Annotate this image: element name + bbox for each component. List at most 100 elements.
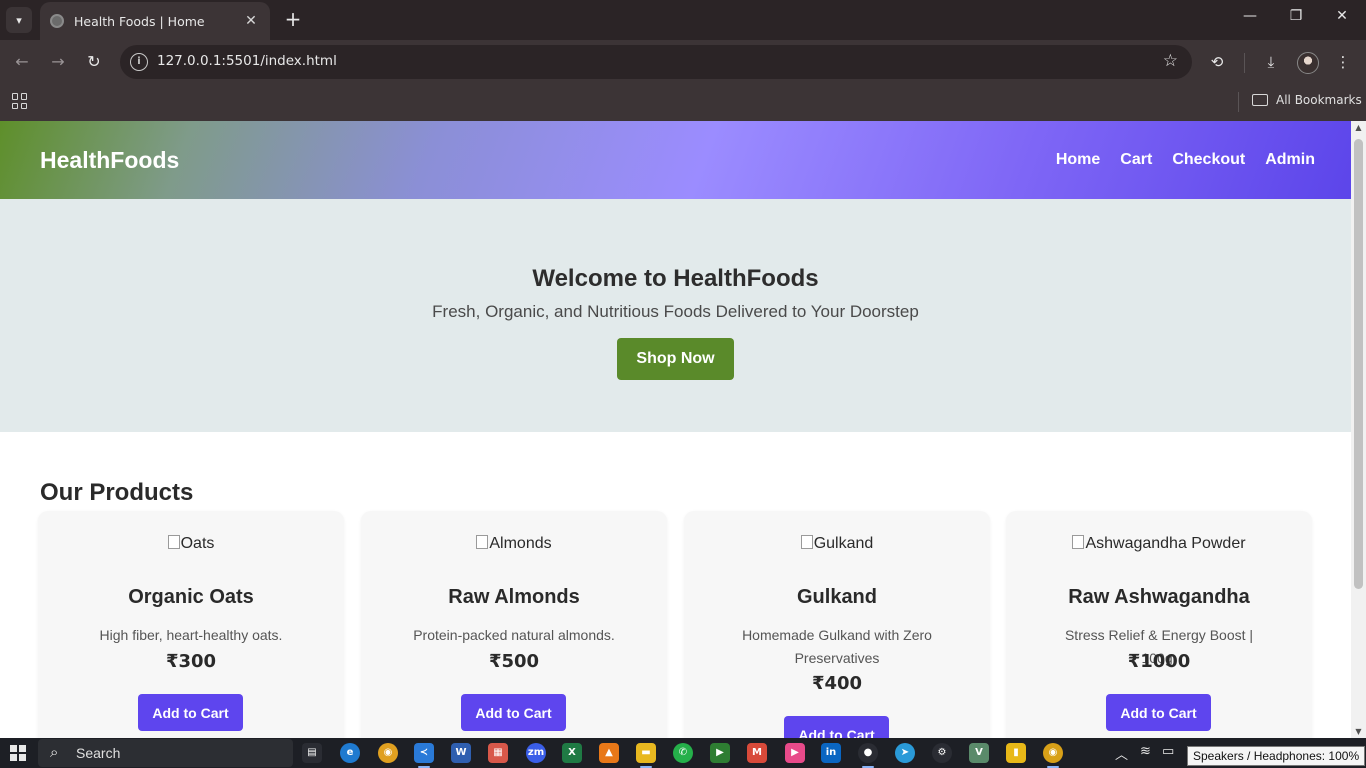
- main-nav: Home Cart Checkout Admin: [1056, 151, 1315, 169]
- linkedin-icon[interactable]: in: [821, 743, 841, 763]
- scroll-down-arrow-icon[interactable]: ▼: [1351, 727, 1366, 736]
- scrollbar-thumb[interactable]: [1354, 139, 1363, 589]
- task-view-icon[interactable]: ▤: [302, 743, 322, 763]
- vscode-icon[interactable]: ≺: [414, 743, 434, 768]
- chatgpt-icon[interactable]: ⚙: [932, 743, 952, 763]
- chrome-icon[interactable]: ◉: [378, 743, 398, 763]
- add-to-cart-button[interactable]: Add to Cart: [784, 716, 889, 738]
- hero-subtitle: Fresh, Organic, and Nutritious Foods Del…: [432, 302, 919, 321]
- power-bi-icon[interactable]: ▮: [1006, 743, 1026, 763]
- nav-cart-link[interactable]: Cart: [1120, 151, 1152, 169]
- product-image-alt: Gulkand: [813, 535, 874, 552]
- url-text[interactable]: 127.0.0.1:5501/index.html: [157, 53, 337, 69]
- file-explorer-icon[interactable]: ▬: [636, 743, 656, 768]
- add-to-cart-button[interactable]: Add to Cart: [461, 694, 566, 731]
- toolbar-divider: [1244, 53, 1245, 73]
- product-image-broken: Almonds: [361, 535, 667, 553]
- nav-admin-link[interactable]: Admin: [1265, 151, 1315, 169]
- menu-kebab-icon[interactable]: ⋮: [1332, 51, 1354, 73]
- close-window-button[interactable]: ✕: [1330, 8, 1354, 24]
- nav-home-link[interactable]: Home: [1056, 151, 1100, 169]
- new-tab-button[interactable]: +: [282, 8, 304, 32]
- bookmarks-divider: [1238, 92, 1239, 112]
- product-name: Gulkand: [796, 586, 877, 608]
- vlc-icon[interactable]: ▲: [599, 743, 619, 763]
- all-bookmarks-link[interactable]: All Bookmarks: [1276, 93, 1362, 107]
- tab-search-button[interactable]: ▾: [6, 7, 32, 33]
- taskbar-search-label: Search: [76, 745, 121, 761]
- product-card: Gulkand Gulkand Homemade Gulkand with Ze…: [684, 511, 990, 738]
- nav-checkout-link[interactable]: Checkout: [1172, 151, 1245, 169]
- site-info-icon[interactable]: i: [130, 53, 148, 71]
- pdf-app-icon[interactable]: ▦: [488, 743, 508, 763]
- broken-image-icon: [167, 535, 180, 549]
- product-image-alt: Almonds: [489, 535, 552, 552]
- apps-grid-icon[interactable]: [12, 93, 28, 109]
- close-tab-icon[interactable]: ✕: [242, 13, 260, 29]
- hero-section: Welcome to HealthFoods Fresh, Organic, a…: [0, 199, 1351, 432]
- forward-button[interactable]: →: [46, 51, 70, 73]
- page-viewport: HealthFoods Home Cart Checkout Admin Wel…: [0, 121, 1351, 738]
- product-price: ₹300: [165, 651, 217, 672]
- excel-icon[interactable]: X: [562, 743, 582, 763]
- product-card: Ashwagandha Powder Raw Ashwagandha Stres…: [1006, 511, 1312, 738]
- telegram-icon[interactable]: ➤: [895, 743, 915, 763]
- product-description: High fiber, heart-healthy oats.: [99, 627, 283, 643]
- product-description: Homemade Gulkand with Zero Preservatives: [742, 627, 932, 666]
- broken-image-icon: [1072, 535, 1085, 549]
- add-to-cart-button[interactable]: Add to Cart: [1106, 694, 1211, 731]
- chrome-active-icon[interactable]: ◉: [1043, 743, 1063, 768]
- search-icon: ⌕: [50, 743, 59, 761]
- product-image-alt: Ashwagandha Powder: [1085, 535, 1246, 552]
- volume-tooltip: Speakers / Headphones: 100%: [1187, 746, 1366, 766]
- reload-button[interactable]: ↻: [82, 51, 106, 73]
- product-image-broken: Gulkand: [684, 535, 990, 553]
- scroll-up-arrow-icon[interactable]: ▲: [1351, 123, 1366, 132]
- bookmark-star-icon[interactable]: ☆: [1163, 51, 1178, 71]
- address-bar[interactable]: i 127.0.0.1:5501/index.html ☆: [120, 45, 1192, 79]
- globe-icon: [50, 14, 64, 28]
- word-icon[interactable]: W: [451, 743, 471, 763]
- edge-icon[interactable]: e: [340, 743, 360, 763]
- windows-taskbar: ⌕ Search ▤ e ◉ ≺ W ▦ zm X ▲ ▬ ✆ ▶ M ▶ in…: [0, 738, 1366, 768]
- product-image-alt: Oats: [180, 535, 215, 552]
- battery-icon[interactable]: ▭: [1162, 744, 1174, 759]
- product-card: Oats Organic Oats High fiber, heart-heal…: [38, 511, 344, 738]
- back-button[interactable]: ←: [10, 51, 34, 73]
- site-logo[interactable]: HealthFoods: [40, 147, 179, 174]
- site-header: HealthFoods Home Cart Checkout Admin: [0, 121, 1351, 199]
- add-to-cart-button[interactable]: Add to Cart: [138, 694, 243, 731]
- meet-icon[interactable]: ▶: [710, 743, 730, 763]
- download-icon[interactable]: ⤓: [1260, 51, 1282, 73]
- broken-image-icon: [800, 535, 813, 549]
- minimize-button[interactable]: —: [1238, 8, 1262, 24]
- browser-tab-bar: ▾ Health Foods | Home ✕ + — ❐ ✕: [0, 0, 1366, 40]
- page-scrollbar[interactable]: ▲ ▼: [1351, 121, 1366, 738]
- product-image-broken: Oats: [38, 535, 344, 553]
- hero-title: Welcome to HealthFoods: [532, 265, 819, 292]
- taskbar-search[interactable]: ⌕ Search: [38, 739, 293, 767]
- product-price: ₹1000: [1127, 651, 1191, 672]
- windows-start-icon[interactable]: [10, 745, 26, 761]
- github-icon[interactable]: ●: [858, 743, 878, 768]
- product-name: Raw Ashwagandha: [1068, 586, 1250, 608]
- browser-tab-active[interactable]: Health Foods | Home ✕: [40, 2, 270, 40]
- history-icon[interactable]: ⟲: [1206, 51, 1228, 73]
- profile-avatar[interactable]: [1297, 52, 1319, 74]
- gmail-icon[interactable]: M: [747, 743, 767, 763]
- chevron-up-icon[interactable]: ︿: [1115, 744, 1128, 763]
- products-heading: Our Products: [40, 479, 194, 506]
- product-name: Raw Almonds: [448, 586, 580, 608]
- shop-now-button[interactable]: Shop Now: [617, 338, 734, 380]
- browser-toolbar: ← → ↻ i 127.0.0.1:5501/index.html ☆ ⟲ ⤓ …: [0, 40, 1366, 84]
- wifi-icon[interactable]: ≋: [1140, 744, 1151, 759]
- product-description: Protein-packed natural almonds.: [413, 627, 615, 643]
- folder-icon: [1252, 94, 1268, 106]
- youtube-icon[interactable]: ▶: [785, 743, 805, 763]
- vs-installer-icon[interactable]: V: [969, 743, 989, 763]
- product-card: Almonds Raw Almonds Protein-packed natur…: [361, 511, 667, 738]
- product-image-broken: Ashwagandha Powder: [1006, 535, 1312, 553]
- zoom-icon[interactable]: zm: [526, 743, 546, 763]
- restore-button[interactable]: ❐: [1284, 8, 1308, 24]
- whatsapp-icon[interactable]: ✆: [673, 743, 693, 763]
